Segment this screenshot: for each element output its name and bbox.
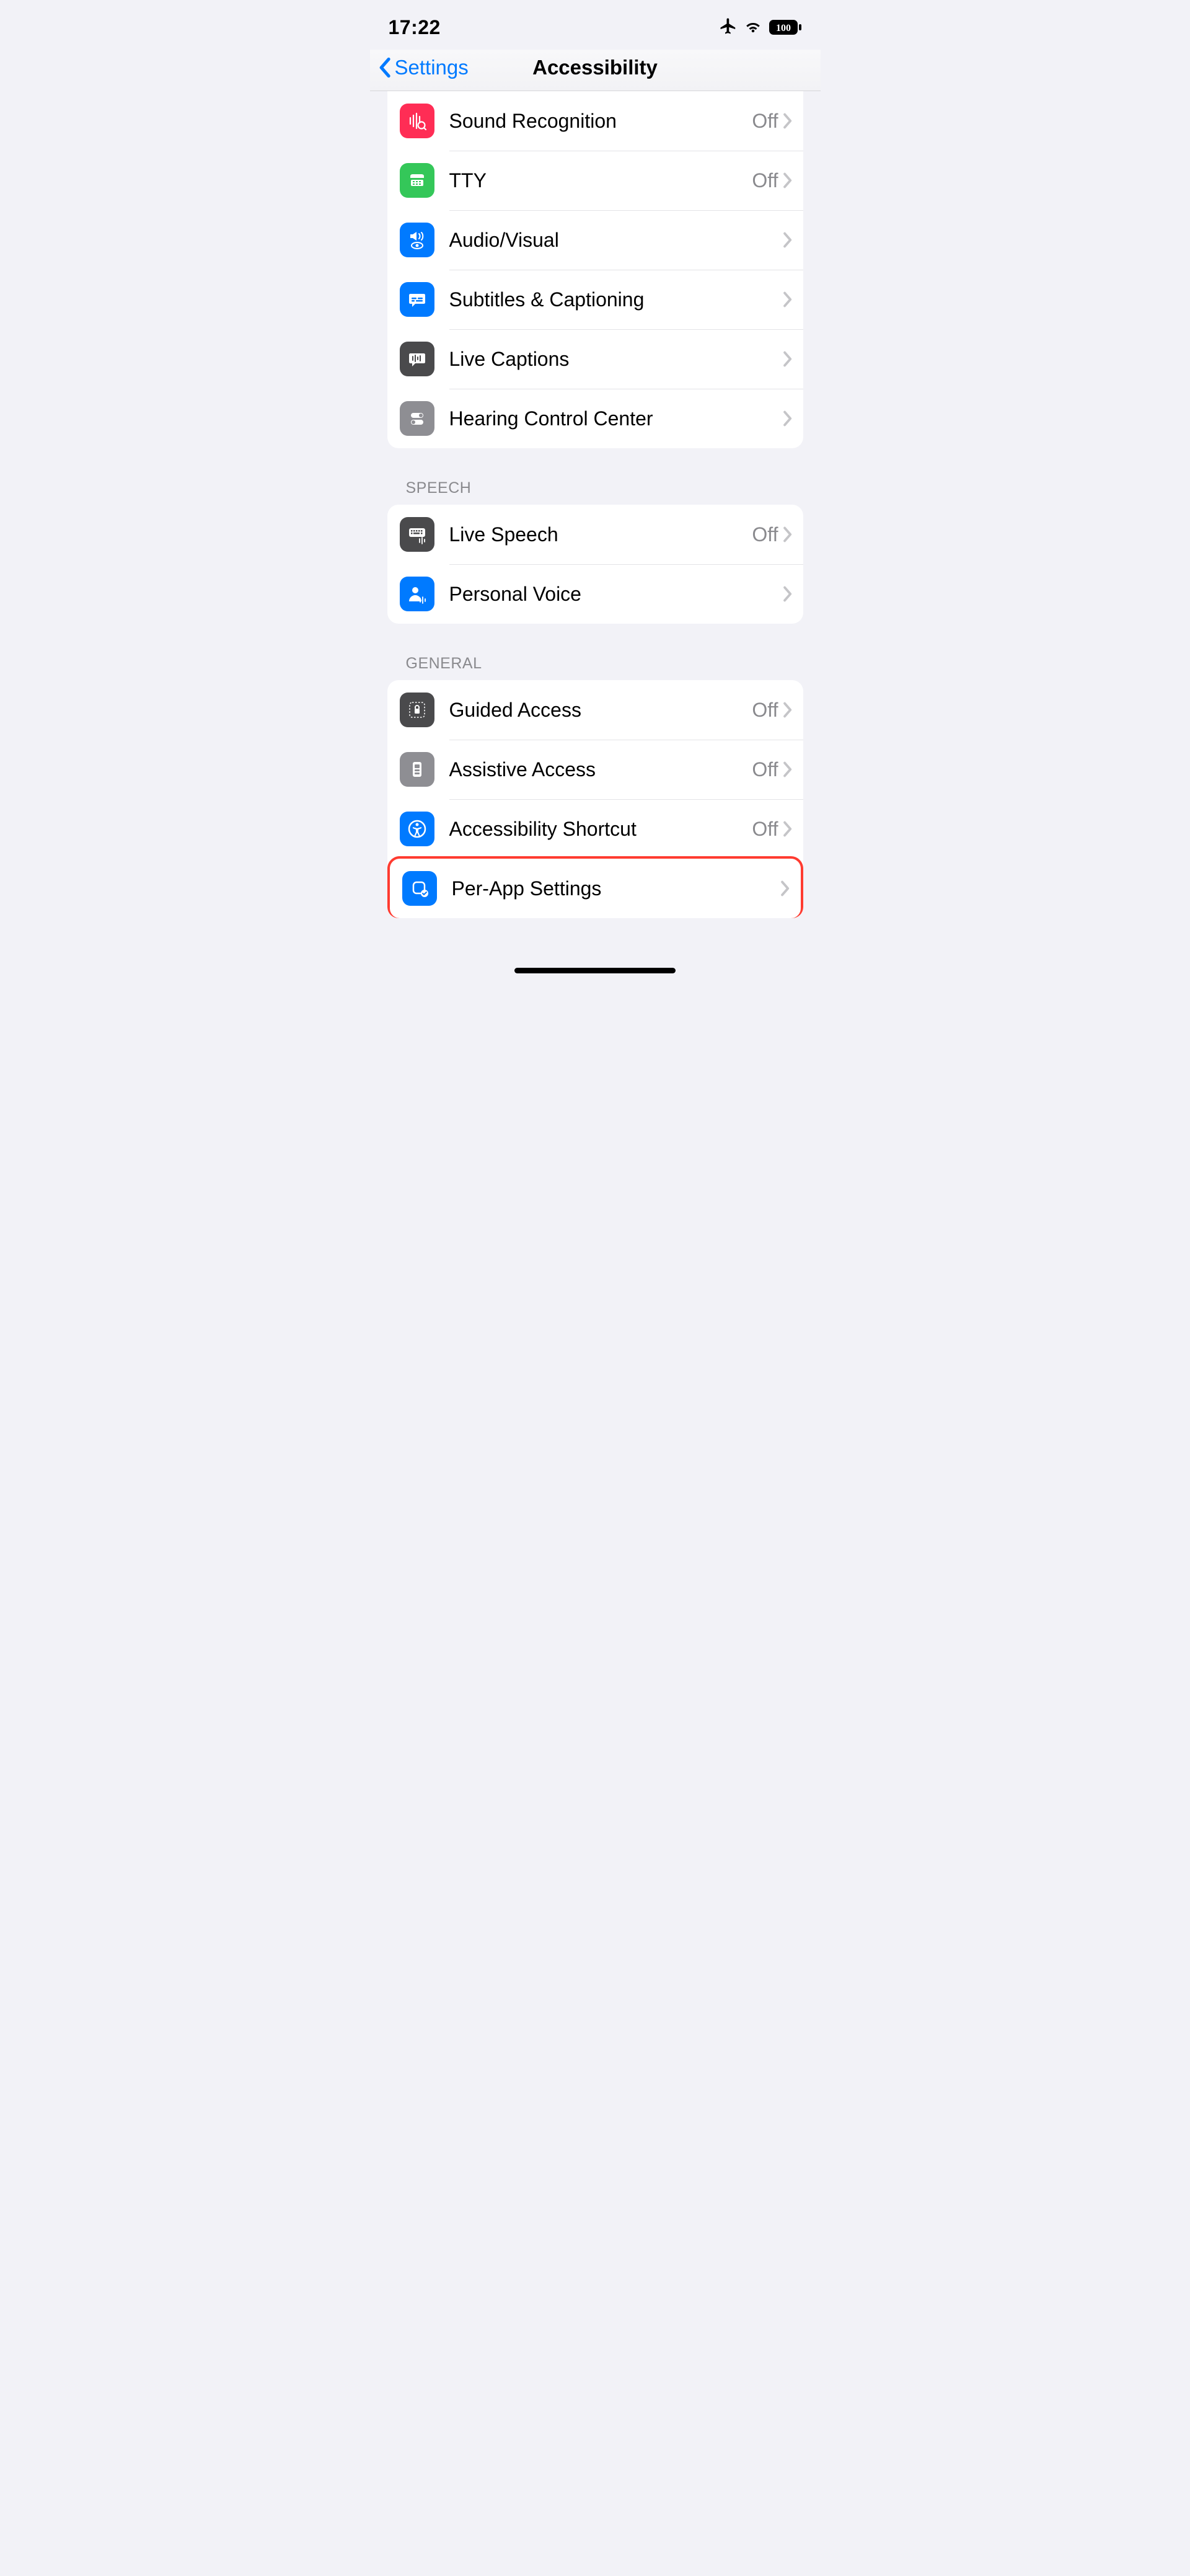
chevron-right-icon	[782, 761, 792, 777]
row-accessibility-shortcut[interactable]: Accessibility Shortcut Off	[387, 799, 803, 859]
row-value: Off	[752, 110, 778, 133]
chevron-right-icon	[782, 586, 792, 602]
section-header-general: GENERAL	[387, 624, 803, 680]
row-label: Accessibility Shortcut	[449, 818, 752, 841]
section-hearing: Sound Recognition Off TTY Off Audio/Visu…	[387, 91, 803, 448]
back-button[interactable]: Settings	[379, 56, 469, 79]
accessibility-shortcut-icon	[400, 812, 434, 846]
status-bar: 17:22 100	[370, 0, 821, 50]
chevron-right-icon	[782, 291, 792, 308]
home-indicator	[514, 968, 676, 973]
row-live-captions[interactable]: Live Captions	[387, 329, 803, 389]
chevron-right-icon	[782, 113, 792, 129]
section-speech: SPEECH Live Speech Off Personal Voice	[387, 448, 803, 624]
list-hearing: Sound Recognition Off TTY Off Audio/Visu…	[387, 91, 803, 448]
nav-bar: Settings Accessibility	[370, 50, 821, 91]
wifi-icon	[744, 19, 762, 37]
section-header-speech: SPEECH	[387, 448, 803, 505]
chevron-right-icon	[780, 880, 790, 896]
chevron-right-icon	[782, 172, 792, 188]
row-sound-recognition[interactable]: Sound Recognition Off	[387, 91, 803, 151]
row-tty[interactable]: TTY Off	[387, 151, 803, 210]
row-label: Sound Recognition	[449, 110, 752, 133]
status-time: 17:22	[389, 16, 441, 39]
chevron-right-icon	[782, 351, 792, 367]
row-value: Off	[752, 699, 778, 722]
chevron-right-icon	[782, 702, 792, 718]
sound-recognition-icon	[400, 104, 434, 138]
chevron-left-icon	[379, 57, 392, 78]
guided-access-icon	[400, 693, 434, 727]
tty-icon	[400, 163, 434, 198]
chevron-right-icon	[782, 232, 792, 248]
chevron-right-icon	[782, 821, 792, 837]
row-label: Live Speech	[449, 523, 752, 546]
row-subtitles[interactable]: Subtitles & Captioning	[387, 270, 803, 329]
list-speech: Live Speech Off Personal Voice	[387, 505, 803, 624]
row-guided-access[interactable]: Guided Access Off	[387, 680, 803, 740]
assistive-access-icon	[400, 752, 434, 787]
row-hearing-control-center[interactable]: Hearing Control Center	[387, 389, 803, 448]
airplane-mode-icon	[719, 17, 738, 38]
row-label: TTY	[449, 169, 752, 192]
row-live-speech[interactable]: Live Speech Off	[387, 505, 803, 564]
hearing-control-icon	[400, 401, 434, 436]
list-general: Guided Access Off Assistive Access Off A…	[387, 680, 803, 918]
row-label: Audio/Visual	[449, 229, 782, 252]
row-label: Subtitles & Captioning	[449, 288, 782, 311]
row-personal-voice[interactable]: Personal Voice	[387, 564, 803, 624]
back-label: Settings	[395, 56, 469, 79]
battery-icon: 100	[769, 19, 802, 35]
chevron-right-icon	[782, 410, 792, 427]
personal-voice-icon	[400, 577, 434, 611]
row-label: Live Captions	[449, 348, 782, 371]
section-general: GENERAL Guided Access Off Assistive Acce…	[387, 624, 803, 918]
highlight-per-app: Per-App Settings	[387, 856, 803, 918]
row-value: Off	[752, 169, 778, 192]
chevron-right-icon	[782, 526, 792, 542]
row-label: Hearing Control Center	[449, 407, 782, 430]
row-value: Off	[752, 758, 778, 781]
row-label: Per-App Settings	[452, 877, 780, 900]
row-value: Off	[752, 818, 778, 841]
per-app-icon	[402, 871, 437, 906]
live-speech-icon	[400, 517, 434, 552]
row-per-app-settings[interactable]: Per-App Settings	[390, 859, 801, 918]
subtitles-icon	[400, 282, 434, 317]
row-value: Off	[752, 523, 778, 546]
row-label: Guided Access	[449, 699, 752, 722]
status-icons: 100	[719, 17, 802, 38]
row-assistive-access[interactable]: Assistive Access Off	[387, 740, 803, 799]
row-label: Assistive Access	[449, 758, 752, 781]
row-label: Personal Voice	[449, 583, 782, 606]
svg-text:100: 100	[776, 23, 791, 33]
audio-visual-icon	[400, 223, 434, 257]
live-captions-icon	[400, 342, 434, 376]
row-audio-visual[interactable]: Audio/Visual	[387, 210, 803, 270]
